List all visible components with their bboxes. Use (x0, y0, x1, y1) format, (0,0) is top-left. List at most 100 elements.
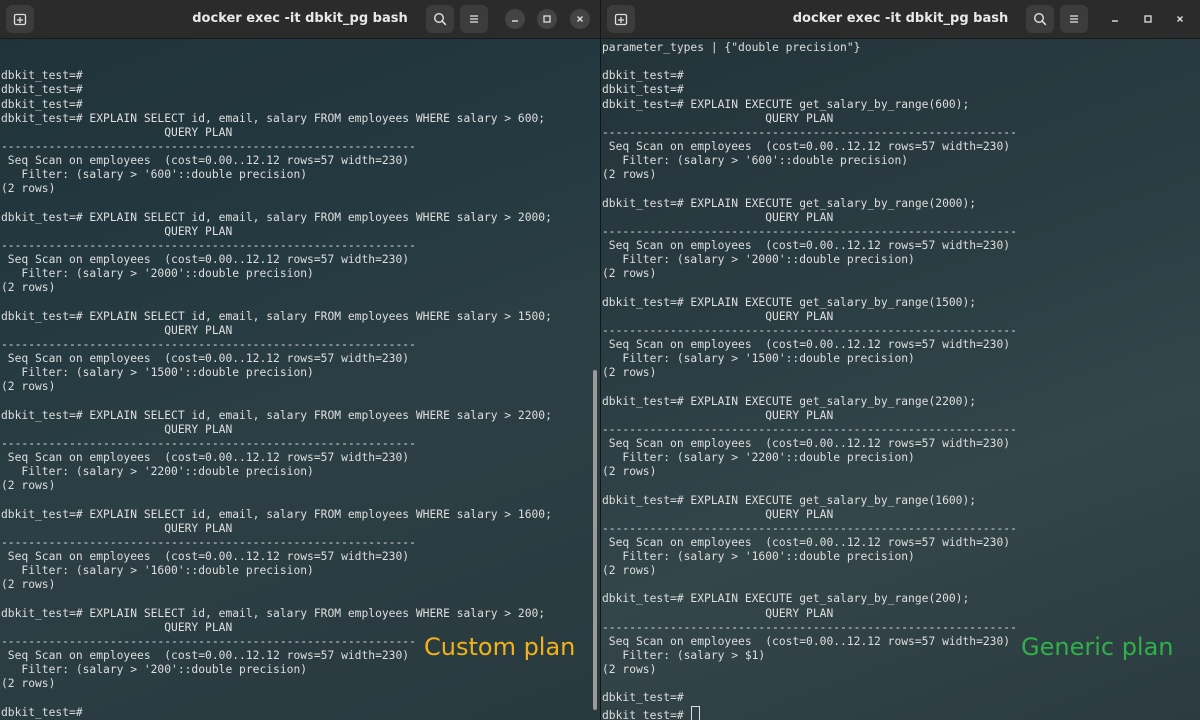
terminal-line: Filter: (salary > '2000'::double precisi… (1, 267, 314, 281)
terminal-line: dbkit_test=# EXPLAIN EXECUTE get_salary_… (602, 196, 977, 210)
terminal-line: dbkit_test=# EXPLAIN SELECT id, email, s… (1, 408, 552, 422)
generic-plan-annotation: Generic plan (1021, 633, 1174, 661)
terminal-line: (2 rows) (602, 267, 657, 281)
terminal-window-left: docker exec -it dbkit_pg bash dbkit_test… (0, 0, 600, 720)
terminal-line: ----------------------------------------… (1, 139, 416, 153)
terminal-line: Seq Scan on employees (cost=0.00..12.12 … (1, 253, 410, 267)
terminal-line: QUERY PLAN (1, 521, 233, 535)
terminal-line: dbkit_test=# EXPLAIN SELECT id, email, s… (1, 309, 552, 323)
search-icon (433, 12, 447, 26)
terminal-line: Filter: (salary > '1600'::double precisi… (1, 564, 314, 578)
terminal-line: Seq Scan on employees (cost=0.00..12.12 … (602, 238, 1011, 252)
title-bar-right: docker exec -it dbkit_pg bash (601, 0, 1200, 39)
terminal-line: ----------------------------------------… (1, 535, 416, 549)
maximize-icon (1144, 15, 1152, 23)
prompt-text: dbkit_test=# (602, 708, 691, 720)
terminal-line: ----------------------------------------… (602, 125, 1017, 139)
terminal-line: dbkit_test=# EXPLAIN EXECUTE get_salary_… (602, 97, 970, 111)
maximize-icon (543, 15, 551, 23)
terminal-line: Seq Scan on employees (cost=0.00..12.12 … (1, 550, 410, 564)
hamburger-menu-icon (470, 15, 478, 23)
terminal-line: dbkit_test=# (1, 83, 83, 97)
close-button[interactable] (1170, 9, 1190, 29)
maximize-button[interactable] (1138, 9, 1158, 29)
terminal-line: Filter: (salary > '2000'::double precisi… (602, 253, 915, 267)
terminal-line: ----------------------------------------… (602, 323, 1017, 337)
close-icon (577, 16, 583, 22)
terminal-line: dbkit_test=# EXPLAIN EXECUTE get_salary_… (602, 394, 977, 408)
menu-button[interactable] (460, 5, 488, 33)
terminal-line: ----------------------------------------… (602, 422, 1017, 436)
terminal-line: Filter: (salary > '1500'::double precisi… (1, 366, 314, 380)
close-button[interactable] (570, 9, 590, 29)
terminal-line: ----------------------------------------… (1, 436, 416, 450)
custom-plan-annotation: Custom plan (424, 633, 576, 661)
terminal-line: dbkit_test=# (602, 69, 684, 83)
terminal-line: QUERY PLAN (602, 111, 834, 125)
terminal-line: QUERY PLAN (602, 309, 834, 323)
terminal-line: Filter: (salary > '1600'::double precisi… (602, 550, 915, 564)
terminal-line: Filter: (salary > '200'::double precisio… (1, 663, 308, 677)
terminal-line: Seq Scan on employees (cost=0.00..12.12 … (1, 352, 410, 366)
terminal-line: QUERY PLAN (1, 125, 233, 139)
terminal-line: QUERY PLAN (1, 422, 233, 436)
terminal-line: Filter: (salary > '1500'::double precisi… (602, 352, 915, 366)
terminal-output-right[interactable]: parameter_types | {"double precision"} db… (601, 39, 1200, 720)
terminal-line: dbkit_test=# EXPLAIN SELECT id, email, s… (1, 210, 552, 224)
terminal-line: QUERY PLAN (1, 224, 233, 238)
terminal-line: dbkit_test=# EXPLAIN EXECUTE get_salary_… (602, 295, 977, 309)
terminal-line: (2 rows) (1, 380, 56, 394)
terminal-line: QUERY PLAN (602, 507, 834, 521)
terminal-line: (2 rows) (602, 168, 657, 182)
maximize-button[interactable] (537, 9, 557, 29)
terminal-line: Filter: (salary > '600'::double precisio… (1, 168, 308, 182)
minimize-button[interactable] (505, 9, 525, 29)
terminal-line: (2 rows) (1, 281, 56, 295)
terminal-line: Seq Scan on employees (cost=0.00..12.12 … (602, 337, 1011, 351)
terminal-line: (2 rows) (602, 465, 657, 479)
terminal-line: dbkit_test=# EXPLAIN EXECUTE get_salary_… (602, 592, 970, 606)
search-button[interactable] (1026, 5, 1054, 33)
terminal-line: parameter_types | {"double precision"} (602, 41, 861, 54)
minimize-button[interactable] (1105, 9, 1125, 29)
terminal-line: (2 rows) (602, 564, 657, 578)
terminal-line: dbkit_test=# (1, 97, 83, 111)
title-bar-left: docker exec -it dbkit_pg bash (0, 0, 600, 39)
active-prompt-line[interactable]: dbkit_test=# (602, 705, 1200, 720)
search-button[interactable] (426, 5, 454, 33)
minimize-icon (512, 20, 518, 22)
terminal-line: QUERY PLAN (602, 408, 834, 422)
terminal-line: Filter: (salary > '2200'::double precisi… (602, 451, 915, 465)
terminal-line: QUERY PLAN (1, 323, 233, 337)
terminal-line: dbkit_test=# EXPLAIN EXECUTE get_salary_… (602, 493, 977, 507)
terminal-line: QUERY PLAN (602, 606, 834, 620)
terminal-line: Seq Scan on employees (cost=0.00..12.12 … (1, 451, 410, 465)
terminal-line: (2 rows) (602, 663, 657, 677)
terminal-line: (2 rows) (1, 479, 56, 493)
terminal-line: (2 rows) (1, 677, 56, 691)
terminal-output-left[interactable]: dbkit_test=# dbkit_test=# dbkit_test=# dbki… (0, 39, 600, 720)
search-icon (1033, 12, 1047, 26)
menu-button[interactable] (1060, 5, 1088, 33)
terminal-line: QUERY PLAN (602, 210, 834, 224)
terminal-line: dbkit_test=# (1, 69, 83, 83)
terminal-line: (2 rows) (1, 578, 56, 592)
scrollbar-thumb[interactable] (593, 370, 597, 710)
terminal-line: dbkit_test=# (1, 705, 83, 719)
terminal-line: ----------------------------------------… (602, 224, 1017, 238)
terminal-line: ----------------------------------------… (1, 238, 416, 252)
terminal-line: ----------------------------------------… (602, 521, 1017, 535)
